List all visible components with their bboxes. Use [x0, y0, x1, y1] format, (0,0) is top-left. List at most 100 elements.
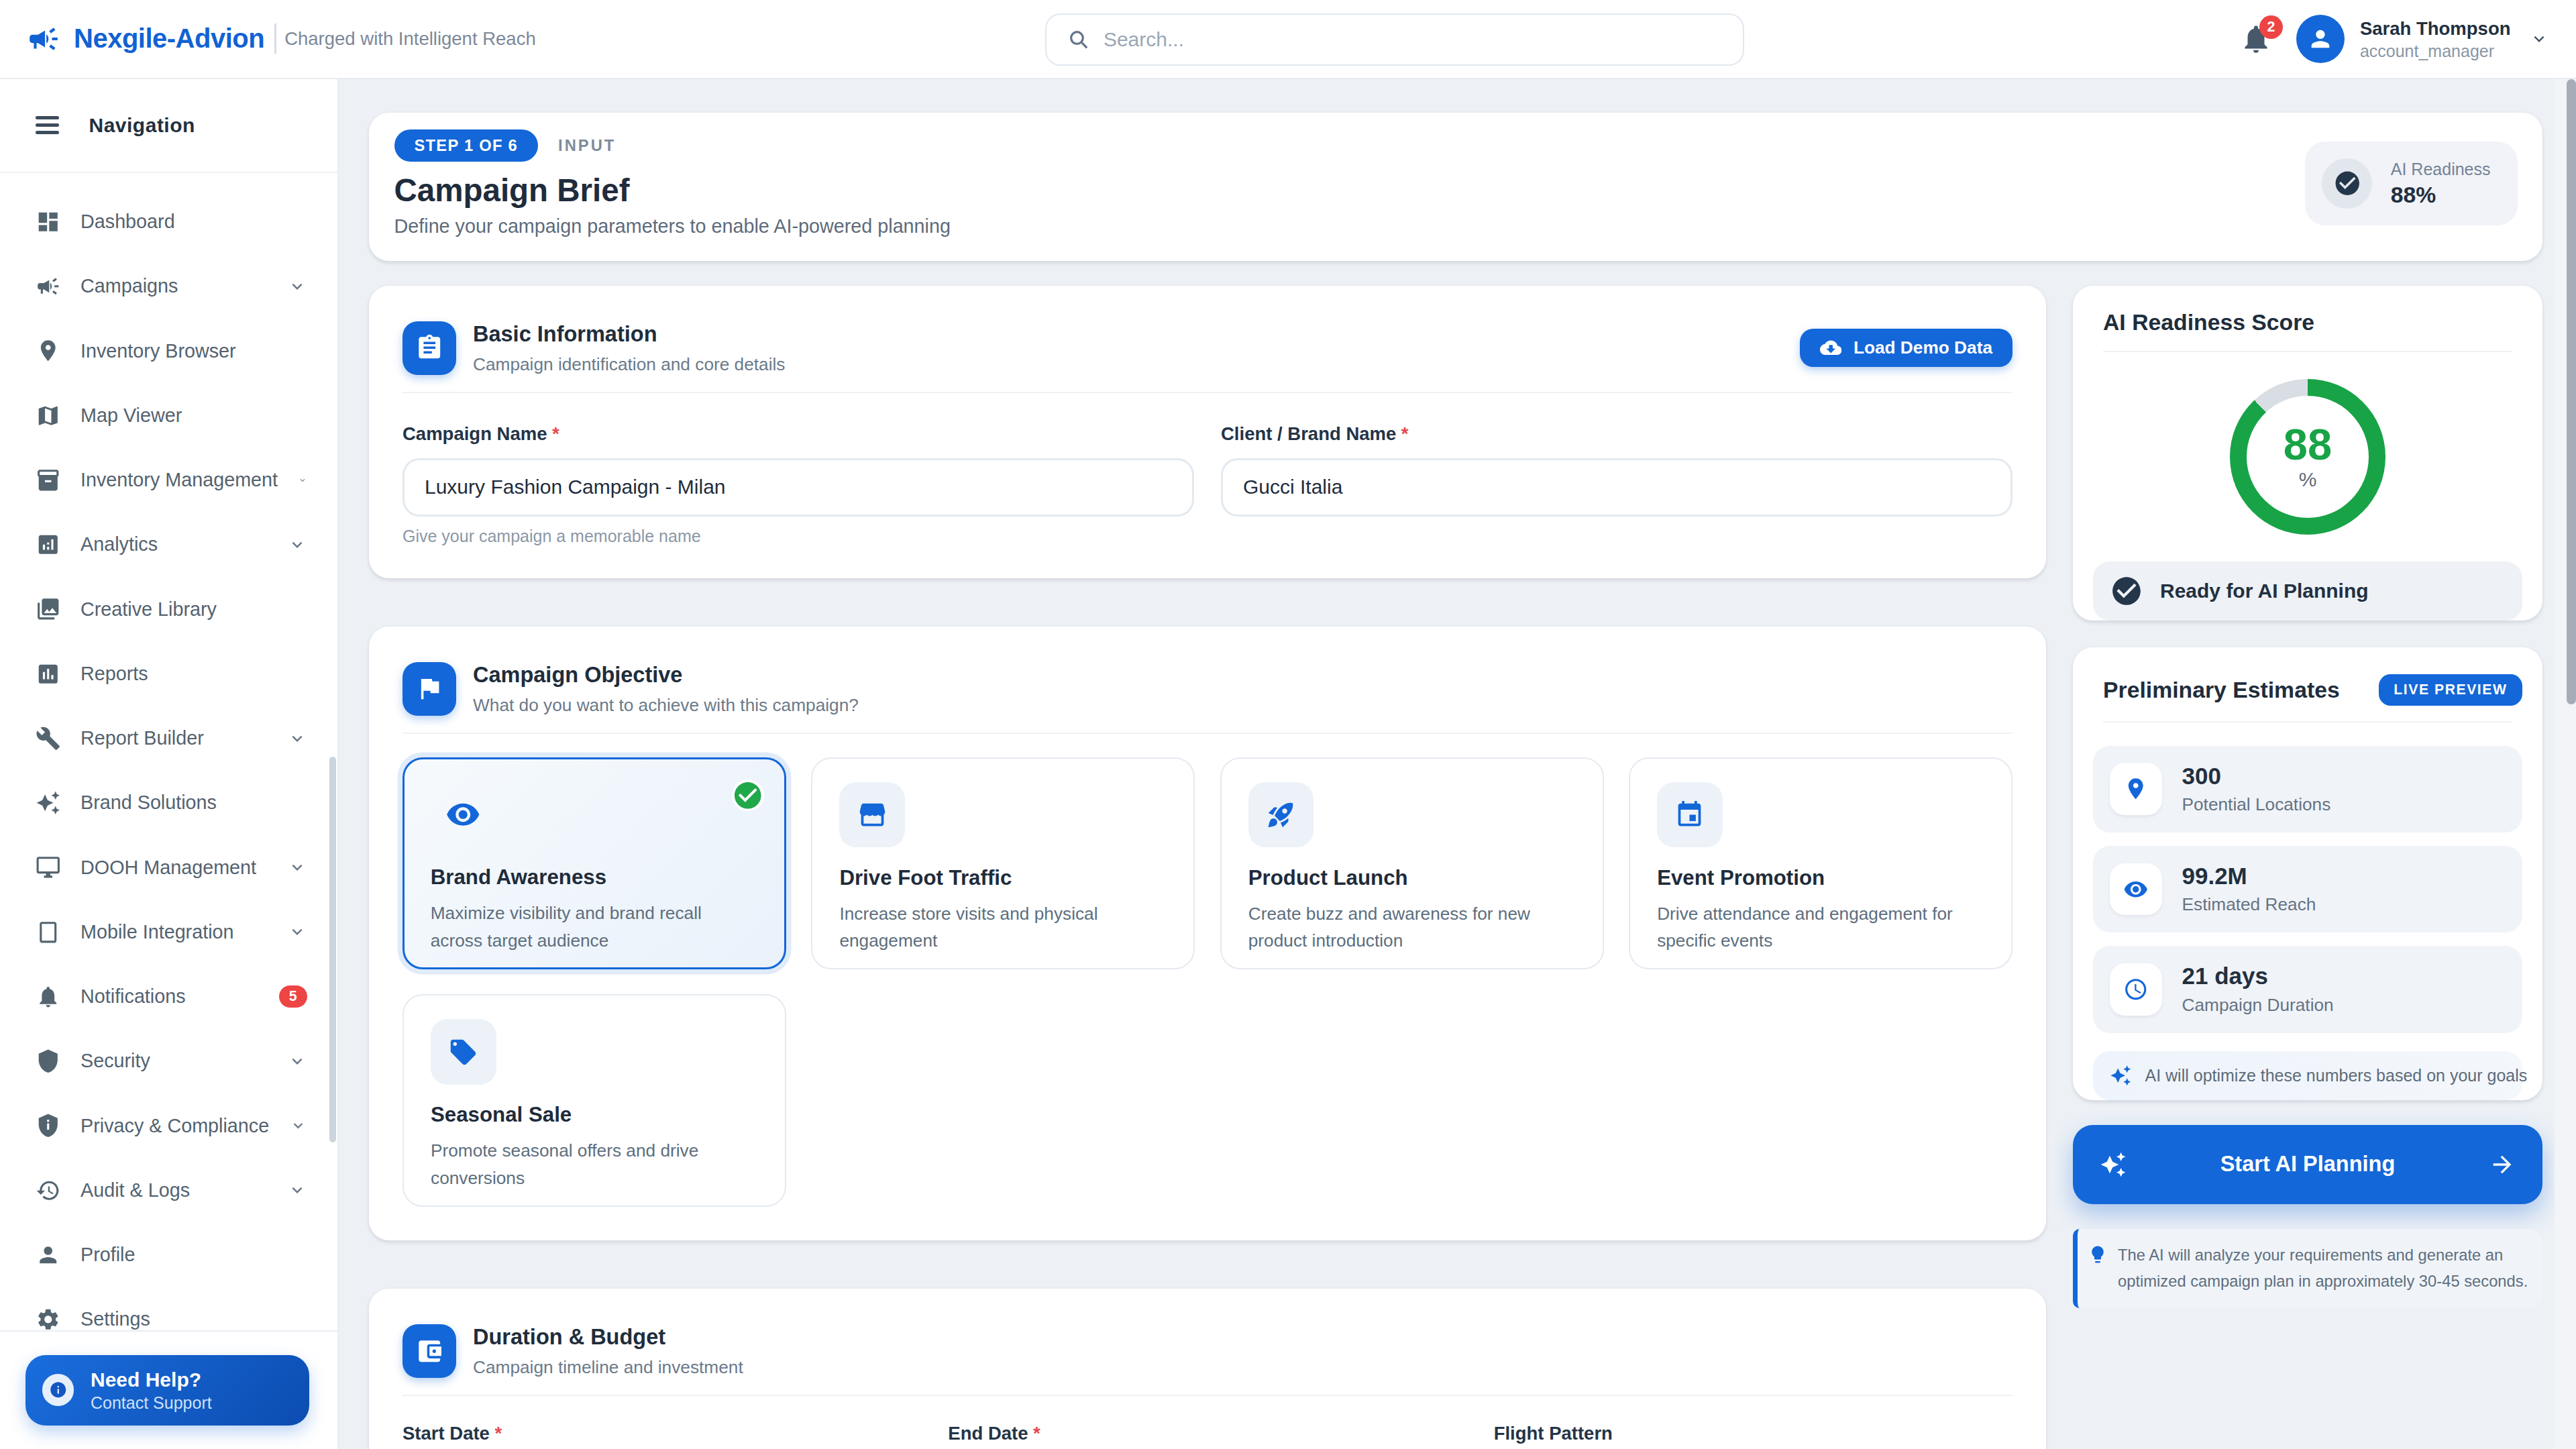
megaphone-logo-icon	[27, 22, 60, 56]
page-header-card: STEP 1 OF 6 INPUT Campaign Brief Define …	[369, 113, 2542, 261]
start-ai-planning-button[interactable]: Start AI Planning	[2073, 1125, 2542, 1204]
help-title: Need Help?	[91, 1367, 212, 1393]
sidebar-item-inventory-management[interactable]: Inventory Management	[0, 448, 337, 513]
sidebar-item-report-builder[interactable]: Report Builder	[0, 706, 337, 771]
main-content: STEP 1 OF 6 INPUT Campaign Brief Define …	[339, 79, 2576, 1449]
ai-footnote: The AI will analyze your requirements an…	[2073, 1229, 2542, 1307]
ai-readiness-score-card: AI Readiness Score 88 % Ready for AI Pla…	[2073, 286, 2542, 621]
sidebar-item-inventory-browser[interactable]: Inventory Browser	[0, 319, 337, 383]
duration-title: Duration & Budget	[473, 1324, 743, 1350]
need-help-button[interactable]: Need Help? Contact Support	[25, 1355, 309, 1426]
live-preview-badge: LIVE PREVIEW	[2379, 674, 2522, 706]
campaign-name-input[interactable]: Luxury Fashion Campaign - Milan	[402, 458, 1194, 517]
check-circle-icon	[2333, 169, 2362, 198]
ai-readiness-value: 88%	[2391, 182, 2491, 208]
objective-card-seasonal-sale[interactable]: Seasonal SalePromote seasonal offers and…	[402, 994, 786, 1206]
arrow-right-icon	[2489, 1151, 2516, 1178]
notification-count-badge: 5	[279, 985, 308, 1008]
sidebar-item-dashboard[interactable]: Dashboard	[0, 190, 337, 254]
clock-icon	[2110, 963, 2162, 1016]
start-date-label: Start Date*	[402, 1423, 921, 1444]
global-search[interactable]	[1045, 13, 1745, 66]
chevron-down-icon	[287, 535, 307, 555]
brand-tagline: Charged with Intelligent Reach	[284, 28, 536, 50]
storefront-icon	[839, 782, 905, 848]
sparkles-icon	[2100, 1151, 2127, 1178]
sidebar-item-creative-library[interactable]: Creative Library	[0, 577, 337, 641]
objective-card-product-launch[interactable]: Product LaunchCreate buzz and awareness …	[1220, 757, 1604, 969]
cloud-download-icon	[1820, 337, 1842, 359]
chevron-down-icon	[287, 922, 307, 942]
page-scrollbar[interactable]	[2567, 79, 2576, 705]
footnote-text: The AI will analyze your requirements an…	[2118, 1242, 2529, 1294]
gear-icon	[36, 1307, 61, 1332]
preliminary-estimates-card: Preliminary Estimates LIVE PREVIEW 300Po…	[2073, 647, 2542, 1100]
chevron-down-icon	[287, 276, 307, 297]
chevron-down-icon	[287, 1051, 307, 1071]
ai-readiness-label: AI Readiness	[2391, 158, 2491, 180]
sidebar-item-map-viewer[interactable]: Map Viewer	[0, 383, 337, 447]
sidebar-item-campaigns[interactable]: Campaigns	[0, 254, 337, 319]
campaign-name-label: Campaign Name*	[402, 423, 1194, 445]
inventory-icon	[36, 468, 61, 493]
notification-count-badge: 2	[2259, 15, 2283, 39]
user-menu[interactable]: Sarah Thompson account_manager	[2296, 15, 2549, 64]
sidebar-item-security[interactable]: Security	[0, 1029, 337, 1093]
stat-campaign-duration: 21 daysCampaign Duration	[2093, 946, 2522, 1032]
shield-info-icon	[36, 1113, 61, 1138]
stat-estimated-reach: 99.2MEstimated Reach	[2093, 846, 2522, 932]
objective-card-event-promotion[interactable]: Event PromotionDrive attendance and enga…	[1629, 757, 2012, 969]
search-input[interactable]	[1104, 28, 1723, 51]
ai-optimize-text: AI will optimize these numbers based on …	[2145, 1066, 2528, 1085]
sidebar-item-mobile-integration[interactable]: Mobile Integration	[0, 900, 337, 964]
sidebar-item-notifications[interactable]: Notifications5	[0, 965, 337, 1029]
sidebar-item-analytics[interactable]: Analytics	[0, 513, 337, 577]
ready-status: Ready for AI Planning	[2093, 561, 2522, 621]
calendar-icon	[1657, 782, 1723, 848]
ai-score-value: 88	[2284, 423, 2332, 466]
sparkles-icon	[2110, 1065, 2132, 1087]
sidebar-item-dooh-management[interactable]: DOOH Management	[0, 835, 337, 900]
check-circle-icon	[2110, 574, 2143, 608]
load-demo-data-button[interactable]: Load Demo Data	[1800, 329, 2012, 368]
location-pin-icon	[2110, 763, 2162, 815]
sidebar-item-reports[interactable]: Reports	[0, 641, 337, 706]
sidebar-item-profile[interactable]: Profile	[0, 1223, 337, 1287]
person-icon	[36, 1242, 61, 1268]
campaign-objective-card: Campaign Objective What do you want to a…	[369, 627, 2046, 1240]
sidebar-item-privacy-compliance[interactable]: Privacy & Compliance	[0, 1093, 337, 1158]
sidebar-scrollbar[interactable]	[329, 757, 336, 1142]
chevron-down-icon	[287, 857, 307, 877]
notifications-button[interactable]: 2	[2239, 22, 2273, 56]
client-name-input[interactable]: Gucci Italia	[1221, 458, 2012, 517]
ai-optimize-note: AI will optimize these numbers based on …	[2093, 1051, 2522, 1100]
basic-info-subtitle: Campaign identification and core details	[473, 354, 786, 375]
objective-card-brand-awareness[interactable]: Brand AwarenessMaximize visibility and b…	[402, 757, 786, 969]
chevron-down-icon	[298, 470, 307, 490]
topbar: Nexgile-Advion Charged with Intelligent …	[0, 0, 2576, 79]
duration-budget-card: Duration & Budget Campaign timeline and …	[369, 1289, 2046, 1449]
clipboard-icon	[402, 321, 456, 375]
bell-icon	[36, 984, 61, 1010]
brand-name: Nexgile-Advion	[74, 23, 264, 54]
chevron-down-icon	[287, 1180, 307, 1200]
chevron-down-icon	[2529, 29, 2549, 49]
photo-library-icon	[36, 596, 61, 622]
cta-label: Start AI Planning	[2127, 1152, 2489, 1177]
client-name-label: Client / Brand Name*	[1221, 423, 2012, 445]
estimates-title: Preliminary Estimates	[2103, 677, 2340, 703]
objective-title: Campaign Objective	[473, 662, 859, 688]
page-title: Campaign Brief	[394, 172, 951, 209]
brand-logo[interactable]: Nexgile-Advion	[27, 22, 264, 56]
sidebar-item-audit-logs[interactable]: Audit & Logs	[0, 1158, 337, 1222]
ai-score-title: AI Readiness Score	[2073, 286, 2542, 351]
history-icon	[36, 1178, 61, 1203]
menu-toggle-icon[interactable]	[36, 116, 59, 135]
sidebar-item-brand-solutions[interactable]: Brand Solutions	[0, 771, 337, 835]
objective-card-drive-foot-traffic[interactable]: Drive Foot TrafficIncrease store visits …	[811, 757, 1195, 969]
person-icon	[2307, 25, 2334, 52]
flight-pattern-label: Flight Pattern	[1494, 1423, 2012, 1444]
step-badge: STEP 1 OF 6	[394, 129, 539, 162]
duration-subtitle: Campaign timeline and investment	[473, 1357, 743, 1378]
tag-icon	[431, 1019, 496, 1085]
